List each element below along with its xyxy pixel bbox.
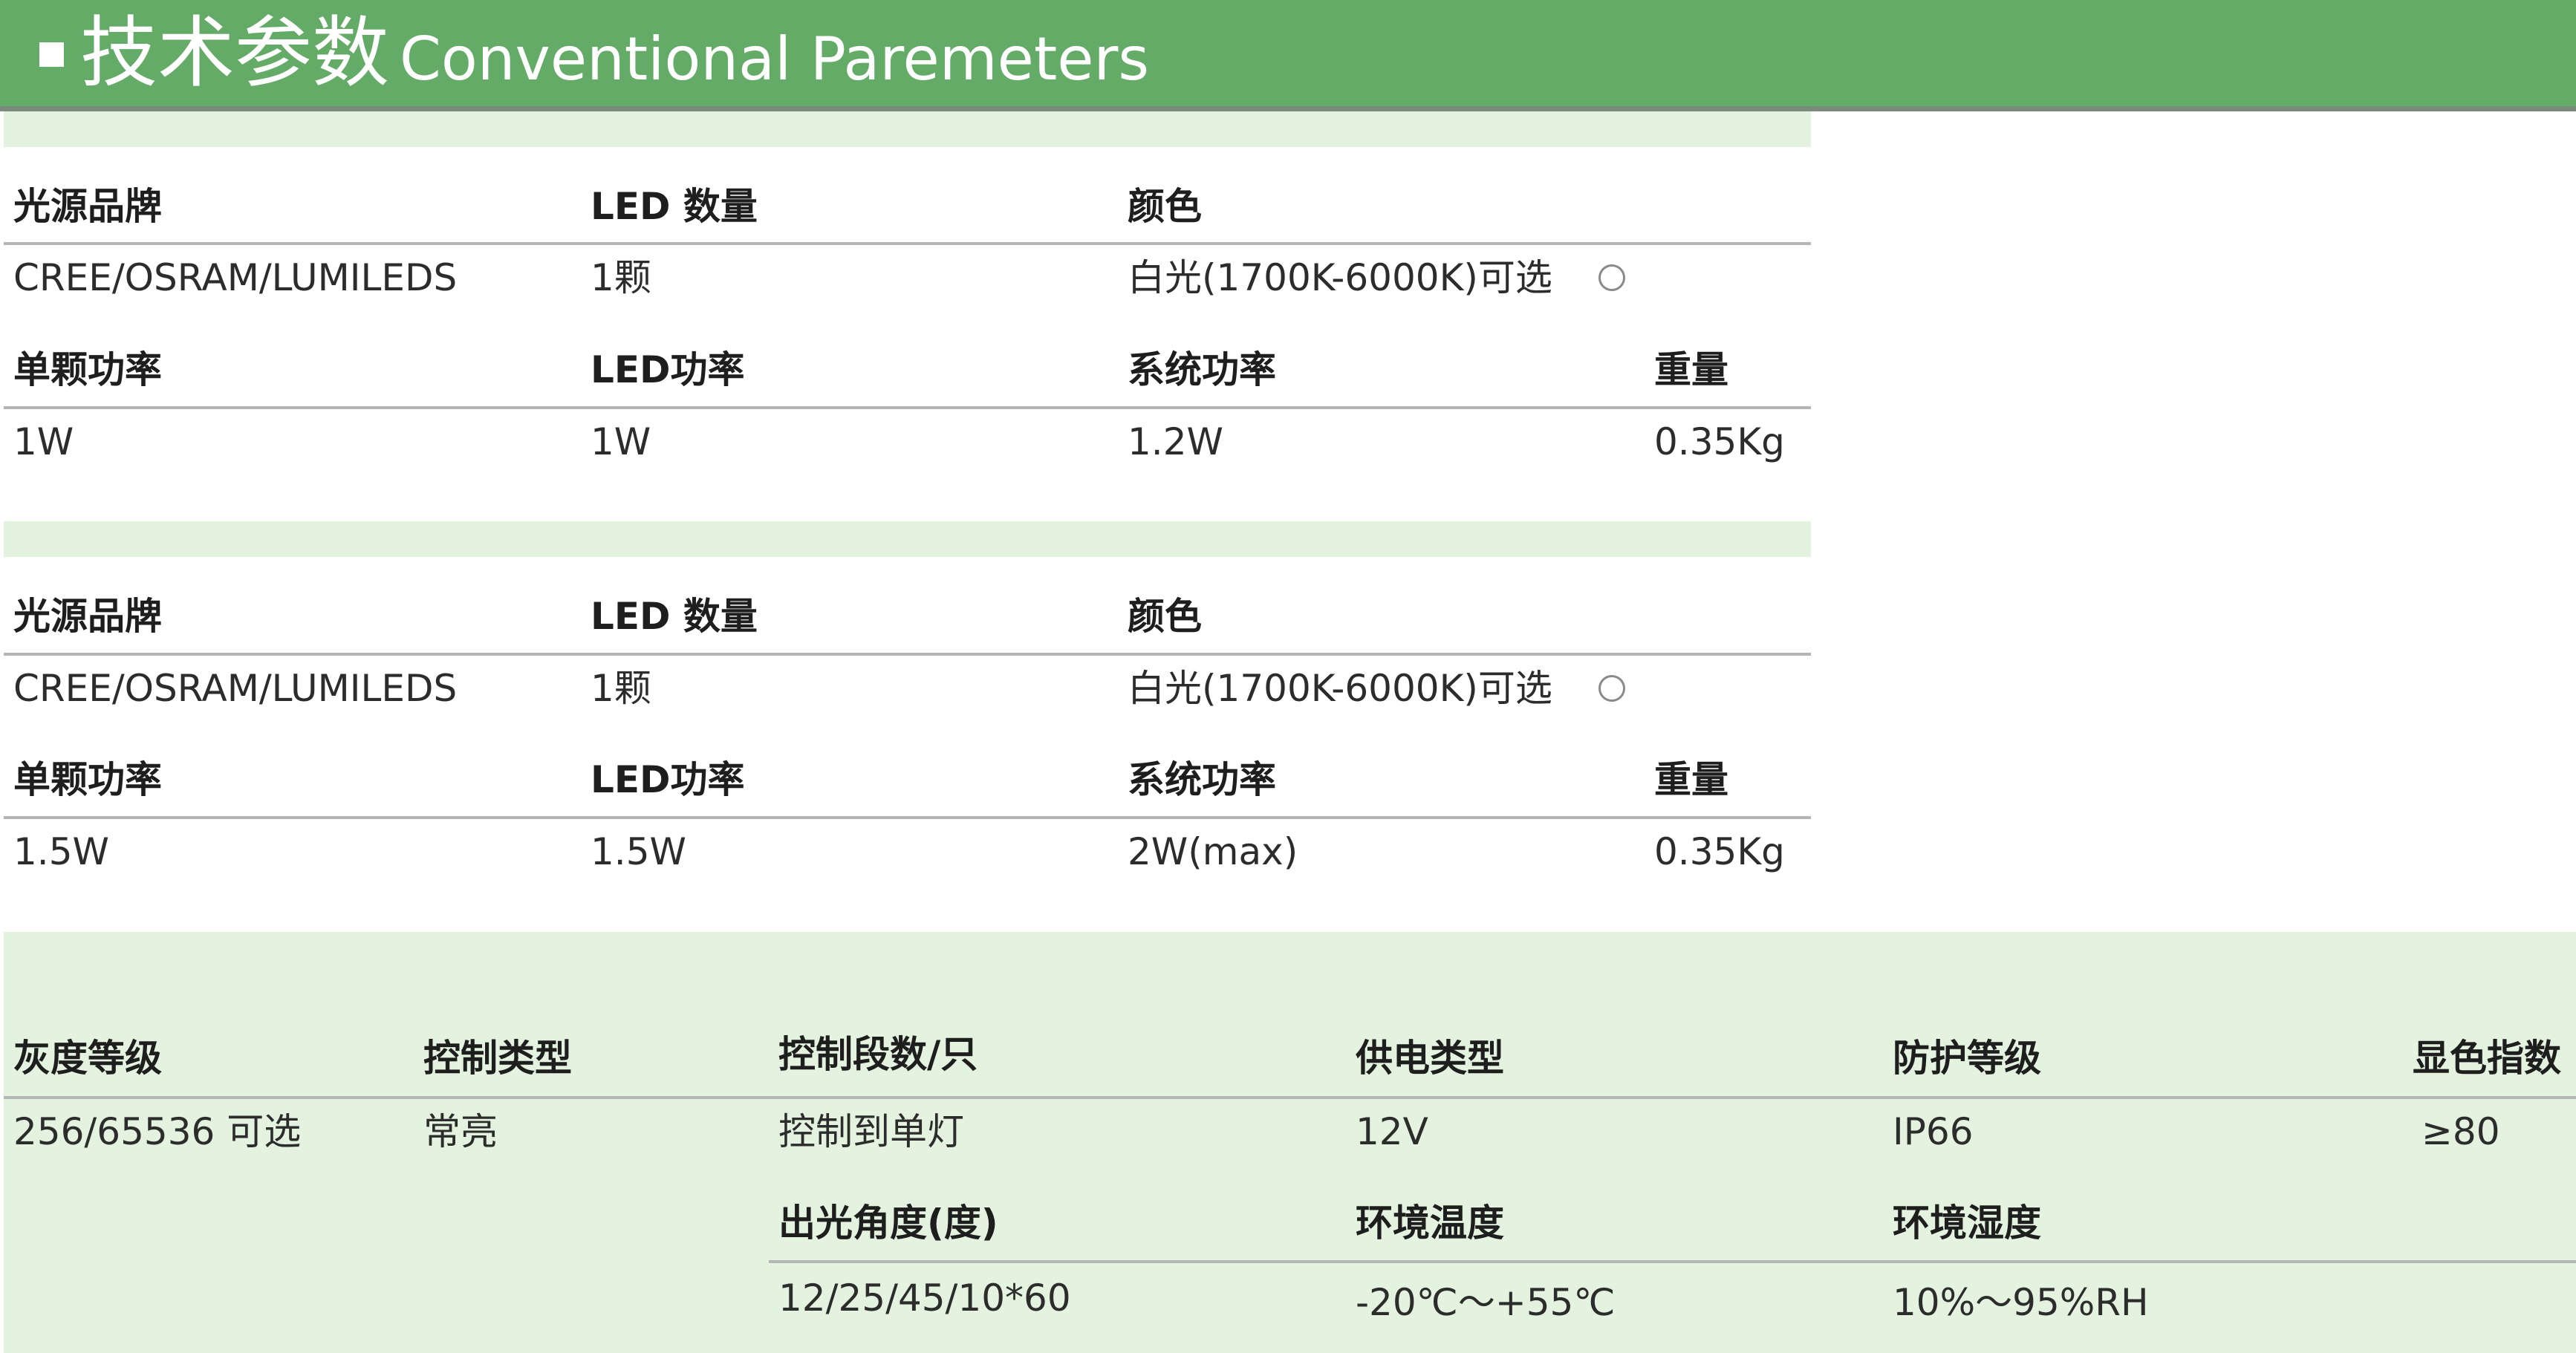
value-control-segments: 控制到单灯 <box>778 1110 964 1153</box>
group2-top-band <box>4 521 1811 557</box>
value-power-supply-type: 12V <box>1356 1110 1428 1153</box>
divider <box>4 653 1811 656</box>
value-color: 白光(1700K-6000K)可选 <box>1128 256 1552 299</box>
value-weight: 0.35Kg <box>1654 420 1785 463</box>
label-single-power: 单颗功率 <box>13 348 162 391</box>
label-ambient-humidity: 环境湿度 <box>1893 1202 2041 1245</box>
value-light-source-brand: CREE/OSRAM/LUMILEDS <box>13 667 458 710</box>
value-system-power: 2W(max) <box>1128 830 1298 873</box>
label-led-count: LED 数量 <box>591 595 758 638</box>
value-ambient-temperature: -20℃～+55℃ <box>1356 1281 1616 1324</box>
label-weight: 重量 <box>1654 348 1728 391</box>
value-single-power: 1W <box>13 420 74 463</box>
label-led-power: LED功率 <box>591 758 745 801</box>
divider <box>4 406 1811 409</box>
header-bar: 技术参数 Conventional Paremeters <box>0 0 2576 111</box>
label-color: 颜色 <box>1128 185 1202 228</box>
color-radio-button[interactable] <box>1598 264 1625 291</box>
header-title-en: Conventional Paremeters <box>400 25 1150 94</box>
value-single-power: 1.5W <box>13 830 109 873</box>
value-led-count: 1颗 <box>591 667 651 710</box>
label-control-segments: 控制段数/只 <box>778 1033 978 1076</box>
value-control-type: 常亮 <box>423 1110 498 1153</box>
bullet-square-icon <box>39 42 64 67</box>
divider <box>4 242 1811 245</box>
label-light-source-brand: 光源品牌 <box>13 595 162 638</box>
value-light-source-brand: CREE/OSRAM/LUMILEDS <box>13 256 458 299</box>
value-led-power: 1.5W <box>591 830 686 873</box>
value-beam-angle: 12/25/45/10*60 <box>778 1277 1071 1320</box>
label-color-rendering-index: 显色指数 <box>2413 1037 2561 1080</box>
group1-top-band <box>4 111 1811 147</box>
value-weight: 0.35Kg <box>1654 830 1785 873</box>
label-single-power: 单颗功率 <box>13 758 162 801</box>
value-system-power: 1.2W <box>1128 420 1223 463</box>
value-gray-level: 256/65536 可选 <box>13 1110 302 1153</box>
label-led-power: LED功率 <box>591 348 745 391</box>
label-beam-angle: 出光角度(度) <box>778 1202 998 1245</box>
value-color: 白光(1700K-6000K)可选 <box>1128 667 1552 710</box>
label-light-source-brand: 光源品牌 <box>13 185 162 228</box>
label-gray-level: 灰度等级 <box>13 1037 162 1080</box>
divider <box>4 1096 2576 1099</box>
label-system-power: 系统功率 <box>1128 758 1276 801</box>
group3-panel <box>4 932 2576 1353</box>
label-led-count: LED 数量 <box>591 185 758 228</box>
value-led-count: 1颗 <box>591 256 651 299</box>
value-ambient-humidity: 10%～95%RH <box>1893 1281 2149 1324</box>
value-led-power: 1W <box>591 420 651 463</box>
label-protection-level: 防护等级 <box>1893 1037 2041 1080</box>
label-power-supply-type: 供电类型 <box>1356 1037 1504 1080</box>
color-radio-button[interactable] <box>1598 675 1625 702</box>
divider <box>769 1260 2576 1263</box>
value-protection-level: IP66 <box>1893 1110 1974 1153</box>
label-ambient-temperature: 环境温度 <box>1356 1202 1504 1245</box>
label-weight: 重量 <box>1654 758 1728 801</box>
label-system-power: 系统功率 <box>1128 348 1276 391</box>
header-title-cn: 技术参数 <box>80 7 390 98</box>
label-control-type: 控制类型 <box>423 1037 572 1080</box>
divider <box>4 816 1811 819</box>
value-color-rendering-index: ≥80 <box>2421 1110 2500 1153</box>
label-color: 颜色 <box>1128 595 1202 638</box>
